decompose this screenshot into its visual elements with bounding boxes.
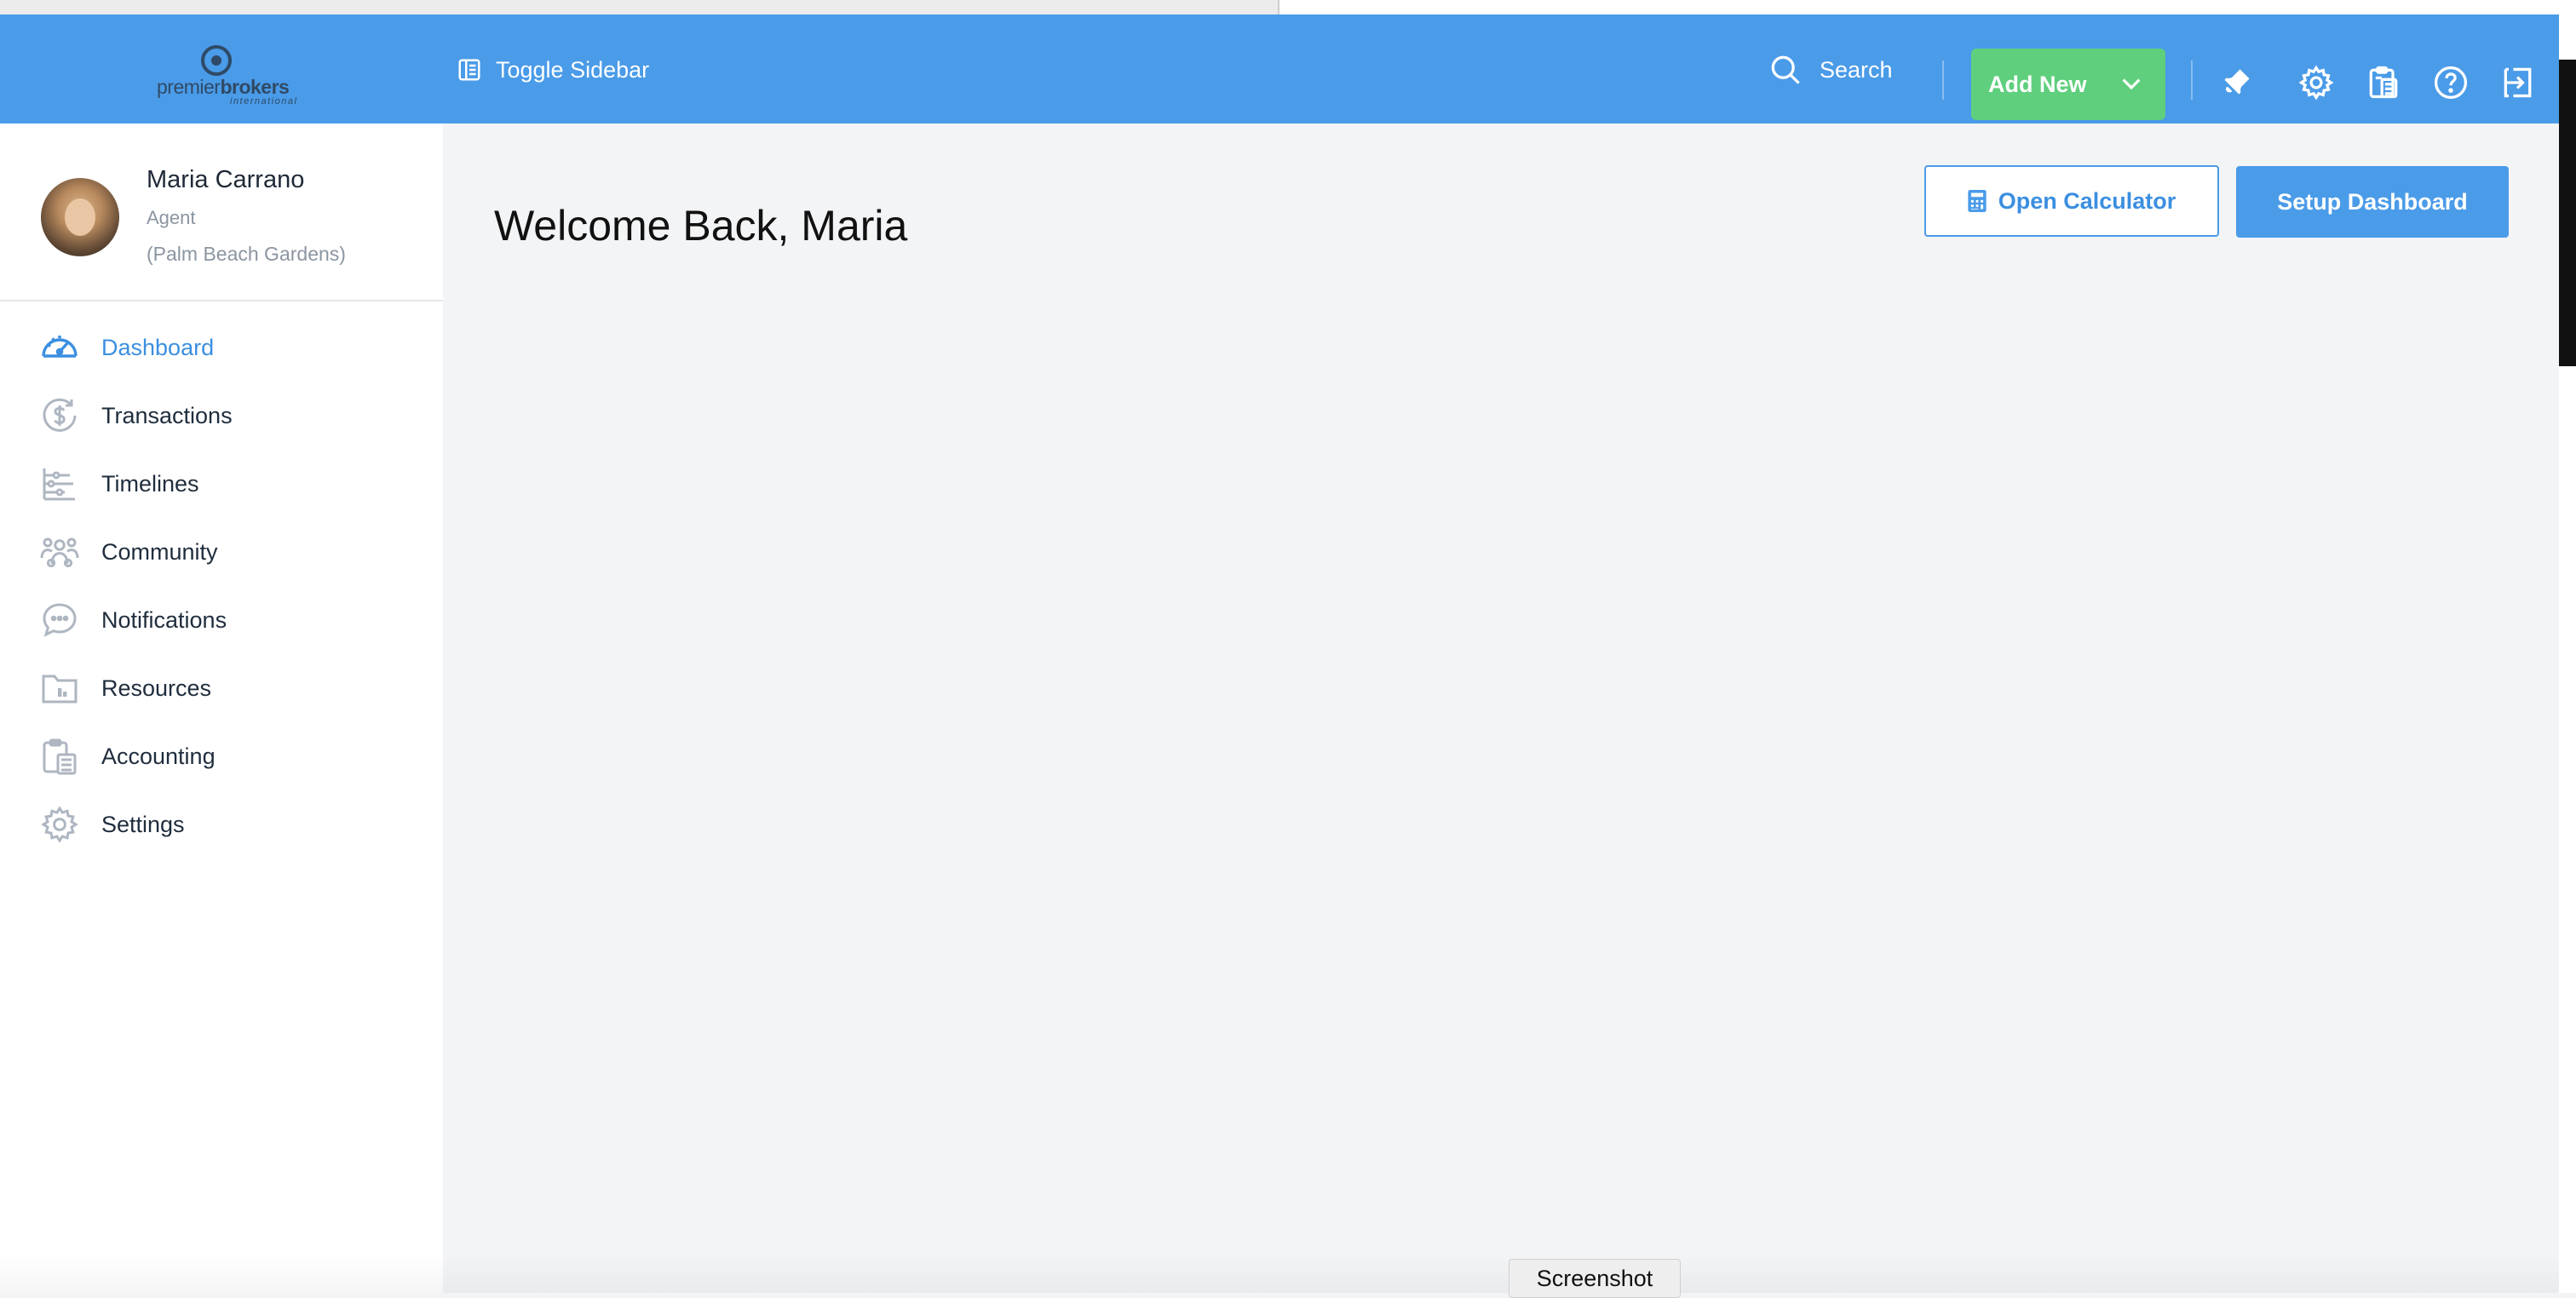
setup-dashboard-button[interactable]: Setup Dashboard <box>2236 166 2509 238</box>
sidebar-item-label: Settings <box>101 811 185 837</box>
sidebar-item-label: Dashboard <box>101 334 215 360</box>
divider <box>2191 60 2193 100</box>
avatar-face <box>65 198 95 236</box>
sidebar-toggle-icon <box>458 59 480 81</box>
sidebar-item-label: Transactions <box>101 402 233 428</box>
folder-icon <box>42 675 78 704</box>
help-button[interactable] <box>2432 64 2470 101</box>
community-icon <box>40 537 79 568</box>
notifications-bell-button[interactable] <box>2217 64 2255 101</box>
timeline-icon <box>43 468 75 501</box>
browser-tab-strip <box>0 0 2559 15</box>
accounting-icon <box>43 738 77 775</box>
toggle-sidebar-button[interactable]: Toggle Sidebar <box>457 55 649 84</box>
divider <box>1942 60 1944 100</box>
sidebar-item-dashboard[interactable]: Dashboard <box>0 313 443 382</box>
user-profile-card: Maria Carrano Agent (Palm Beach Gardens) <box>0 123 443 302</box>
sidebar-nav: Dashboard Transactions Timelines Communi… <box>0 313 443 859</box>
dashboard-gauge-icon <box>42 336 78 358</box>
logout-button[interactable] <box>2499 64 2537 101</box>
help-icon <box>2434 66 2468 100</box>
search-label: Search <box>1820 56 1893 83</box>
open-calculator-button[interactable]: Open Calculator <box>1924 165 2219 237</box>
chevron-down-icon <box>2122 78 2141 90</box>
dollar-cycle-icon <box>43 398 77 432</box>
bell-icon <box>2224 69 2250 95</box>
user-role: Agent <box>147 207 196 228</box>
logout-icon <box>2504 67 2532 98</box>
chat-bubble-icon <box>43 603 77 637</box>
gear-icon <box>2298 65 2334 101</box>
sidebar-item-settings[interactable]: Settings <box>0 790 443 859</box>
logo-wordmark: premierbrokers <box>157 76 290 98</box>
setup-dashboard-label: Setup Dashboard <box>2277 188 2468 215</box>
calculator-icon <box>1968 190 1987 212</box>
sidebar-item-label: Notifications <box>101 606 227 633</box>
search-button[interactable]: Search <box>1767 52 1893 88</box>
sidebar-item-label: Timelines <box>101 470 199 497</box>
settings-button[interactable] <box>2297 64 2335 101</box>
sidebar-item-resources[interactable]: Resources <box>0 654 443 722</box>
open-calculator-label: Open Calculator <box>1998 187 2176 214</box>
logo-mark <box>201 45 232 76</box>
logo-subtext: international <box>230 96 298 106</box>
calculator-icon <box>2369 66 2398 99</box>
sidebar: Maria Carrano Agent (Palm Beach Gardens)… <box>0 123 443 1293</box>
add-new-button[interactable]: Add New <box>1971 49 2165 120</box>
user-name: Maria Carrano <box>147 166 305 193</box>
brand-logo[interactable]: premierbrokers international <box>153 45 298 106</box>
scrollbar[interactable] <box>2559 60 2576 366</box>
screenshot-tooltip: Screenshot <box>1509 1259 1681 1298</box>
gear-icon <box>41 806 78 843</box>
browser-right-pane <box>1279 0 2559 14</box>
sidebar-item-label: Accounting <box>101 743 216 769</box>
sidebar-item-community[interactable]: Community <box>0 518 443 586</box>
calculator-clipboard-button[interactable] <box>2365 64 2402 101</box>
sidebar-item-label: Community <box>101 538 218 565</box>
toggle-sidebar-label: Toggle Sidebar <box>496 56 650 83</box>
avatar[interactable] <box>41 178 119 256</box>
add-new-label: Add New <box>1988 71 2087 97</box>
sidebar-item-label: Resources <box>101 675 212 701</box>
sidebar-item-accounting[interactable]: Accounting <box>0 722 443 790</box>
sidebar-item-transactions[interactable]: Transactions <box>0 382 443 450</box>
sidebar-item-notifications[interactable]: Notifications <box>0 586 443 654</box>
page-title: Welcome Back, Maria <box>494 201 908 250</box>
search-icon <box>1771 55 1800 84</box>
top-navbar: premierbrokers international Toggle Side… <box>0 14 2559 123</box>
window-edge <box>2559 0 2576 1293</box>
sidebar-item-timelines[interactable]: Timelines <box>0 450 443 518</box>
user-office: (Palm Beach Gardens) <box>147 243 346 265</box>
